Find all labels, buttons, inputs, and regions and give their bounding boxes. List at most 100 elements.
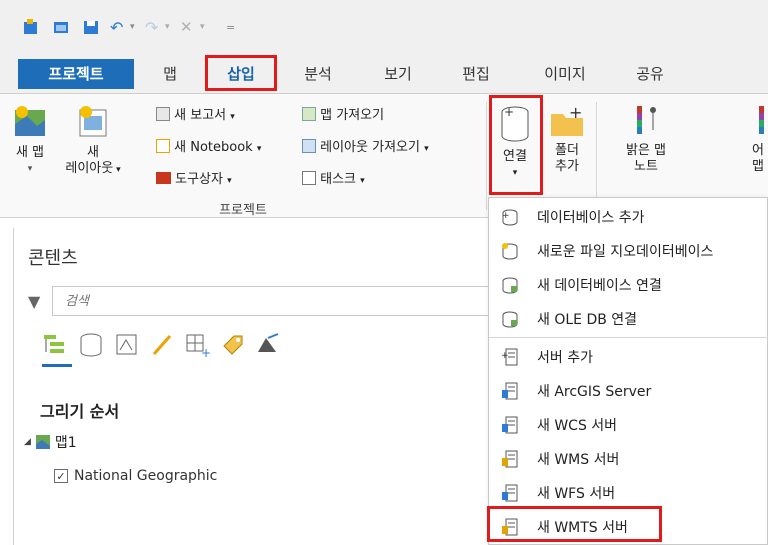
- map-name-label: 맵1: [54, 435, 77, 451]
- collapse-arrow-icon[interactable]: ◢: [24, 437, 31, 447]
- tab-imagery[interactable]: 이미지: [530, 59, 600, 89]
- import-map-button[interactable]: 맵 가져오기: [302, 104, 384, 123]
- wms-server-icon: [502, 450, 518, 468]
- menu-item-add-database[interactable]: + 데이터베이스 추가: [489, 200, 768, 234]
- connect-dropdown-icon: ▾: [512, 168, 518, 178]
- menu-item-new-ole-db-connection[interactable]: 새 OLE DB 연결: [489, 302, 768, 336]
- database-connect-icon: +: [501, 105, 529, 142]
- tab-view[interactable]: 보기: [370, 59, 426, 89]
- editing-icon[interactable]: [150, 332, 176, 358]
- tab-edit[interactable]: 편집: [448, 59, 504, 89]
- arcgis-server-icon: [502, 382, 518, 400]
- new-notebook-button[interactable]: 새 Notebook ▾: [156, 136, 261, 155]
- svg-text:+: +: [504, 105, 514, 119]
- add-server-icon: +: [501, 348, 518, 366]
- map-icon: [35, 435, 50, 449]
- filter-icon[interactable]: ▼: [28, 292, 40, 311]
- toolbox-button[interactable]: 도구상자 ▾: [156, 168, 232, 187]
- new-map-dropdown-icon: ▾: [27, 164, 33, 174]
- list-by-perspective-imagery-icon[interactable]: [254, 332, 280, 358]
- connect-dropdown-menu: + 데이터베이스 추가 새로운 파일 지오데이터베이스 새 데이터베이스 연결 …: [488, 197, 768, 545]
- redo-dropdown-icon[interactable]: ▾: [165, 18, 170, 36]
- import-layout-button[interactable]: 레이아웃 가져오기 ▾: [302, 136, 429, 155]
- draw-order-heading: 그리기 순서: [40, 402, 120, 421]
- data-source-icon[interactable]: [78, 332, 104, 358]
- menu-item-wmts-server[interactable]: 새 WMTS 서버: [489, 510, 768, 544]
- snapping-icon[interactable]: +: [184, 332, 210, 358]
- new-map-icon: [15, 106, 45, 136]
- new-layout-button[interactable]: 새 레이아웃 ▾: [60, 104, 126, 178]
- new-ole-db-connection-icon: [502, 311, 518, 328]
- group-project-caption: 프로젝트: [219, 203, 267, 218]
- svg-text:+: +: [201, 346, 210, 358]
- tasks-icon: [302, 171, 316, 185]
- tasks-button[interactable]: 태스크 ▾: [302, 168, 365, 187]
- new-report-button[interactable]: 새 보고서 ▾: [156, 104, 235, 123]
- wcs-server-icon: [502, 416, 518, 434]
- menu-item-wfs-server[interactable]: 새 WFS 서버: [489, 476, 768, 510]
- light-map-label-2: 노트: [634, 159, 658, 174]
- import-map-icon: [302, 107, 316, 121]
- layer-visibility-checkbox[interactable]: ✓: [54, 469, 68, 483]
- wfs-server-icon: [502, 484, 518, 502]
- toolbox-icon: [156, 172, 171, 184]
- search-box[interactable]: [52, 286, 502, 316]
- svg-text:+: +: [569, 104, 582, 122]
- add-folder-button[interactable]: + 폴더 추가: [544, 103, 590, 175]
- menu-divider: [489, 337, 768, 338]
- import-layout-icon: [302, 139, 316, 153]
- connect-button[interactable]: + 연결 ▾: [494, 102, 536, 181]
- svg-text:+: +: [502, 211, 510, 221]
- dark-map-label-1: 어: [752, 143, 764, 158]
- arcgis-pro-window: ↶ ▾ ↷ ▾ ✕ ▾ = 프로젝트 맵 삽입 분석 보기 편집 이미지 공유 …: [0, 0, 768, 545]
- new-map-button[interactable]: 새 맵 ▾: [8, 104, 52, 177]
- tab-insert[interactable]: 삽입: [205, 59, 277, 89]
- add-folder-icon: +: [551, 103, 583, 136]
- labeling-icon[interactable]: [220, 332, 246, 358]
- new-layout-label-2: 레이아웃 ▾: [65, 161, 121, 176]
- menu-item-add-server[interactable]: + 서버 추가: [489, 340, 768, 374]
- menu-item-arcgis-server[interactable]: 새 ArcGIS Server: [489, 374, 768, 408]
- draw-order-icon[interactable]: [42, 332, 68, 358]
- tree-layer-node[interactable]: ✓ National Geographic: [54, 466, 217, 486]
- new-map-label: 새 맵: [15, 145, 45, 160]
- tab-map[interactable]: 맵: [148, 59, 192, 89]
- qat-more-icon[interactable]: =: [226, 18, 235, 36]
- menu-item-new-database-connection[interactable]: 새 데이터베이스 연결: [489, 268, 768, 302]
- notebook-icon: [156, 139, 170, 153]
- tab-share[interactable]: 공유: [622, 59, 678, 89]
- new-file-geodatabase-icon: [502, 243, 518, 260]
- selection-icon[interactable]: [114, 332, 140, 358]
- menu-item-wms-server[interactable]: 새 WMS 서버: [489, 442, 768, 476]
- ribbon-tabs: 프로젝트 맵 삽입 분석 보기 편집 이미지 공유: [0, 52, 768, 94]
- contents-pane: 콘텐츠 ▼ + 그리기 순서 ◢ 맵1 ✓ National Geographi…: [13, 228, 503, 545]
- tree-map-node[interactable]: ◢ 맵1: [24, 432, 77, 452]
- open-project-icon[interactable]: [52, 18, 70, 36]
- new-database-connection-icon: [502, 277, 518, 294]
- save-project-icon[interactable]: [82, 18, 100, 36]
- new-project-icon[interactable]: [22, 18, 40, 36]
- tab-project[interactable]: 프로젝트: [18, 59, 134, 89]
- cancel-icon[interactable]: ✕: [180, 18, 193, 36]
- tab-analysis[interactable]: 분석: [290, 59, 346, 89]
- light-map-notes-button[interactable]: 밝은 맵 노트: [616, 104, 676, 175]
- quick-access-toolbar: ↶ ▾ ↷ ▾ ✕ ▾ =: [0, 0, 768, 52]
- report-icon: [156, 107, 170, 121]
- dark-map-notes-icon: [759, 106, 764, 134]
- menu-item-new-file-geodatabase[interactable]: 새로운 파일 지오데이터베이스: [489, 234, 768, 268]
- add-folder-label-1: 폴더: [555, 143, 579, 158]
- qat-customize-icon[interactable]: ▾: [200, 18, 205, 36]
- search-input[interactable]: [53, 287, 501, 315]
- ribbon-separator: [486, 102, 487, 210]
- undo-dropdown-icon[interactable]: ▾: [130, 18, 135, 36]
- redo-icon[interactable]: ↷: [145, 18, 158, 37]
- add-folder-label-2: 추가: [555, 159, 579, 174]
- ribbon-separator-2: [596, 102, 597, 210]
- new-layout-icon: [79, 106, 107, 137]
- menu-item-wcs-server[interactable]: 새 WCS 서버: [489, 408, 768, 442]
- dark-map-notes-button[interactable]: 어 맵: [738, 104, 768, 175]
- new-layout-label-1: 새: [87, 145, 99, 160]
- dark-map-label-2: 맵: [752, 159, 764, 174]
- undo-icon[interactable]: ↶: [110, 18, 123, 37]
- light-map-notes-icon: [637, 106, 656, 134]
